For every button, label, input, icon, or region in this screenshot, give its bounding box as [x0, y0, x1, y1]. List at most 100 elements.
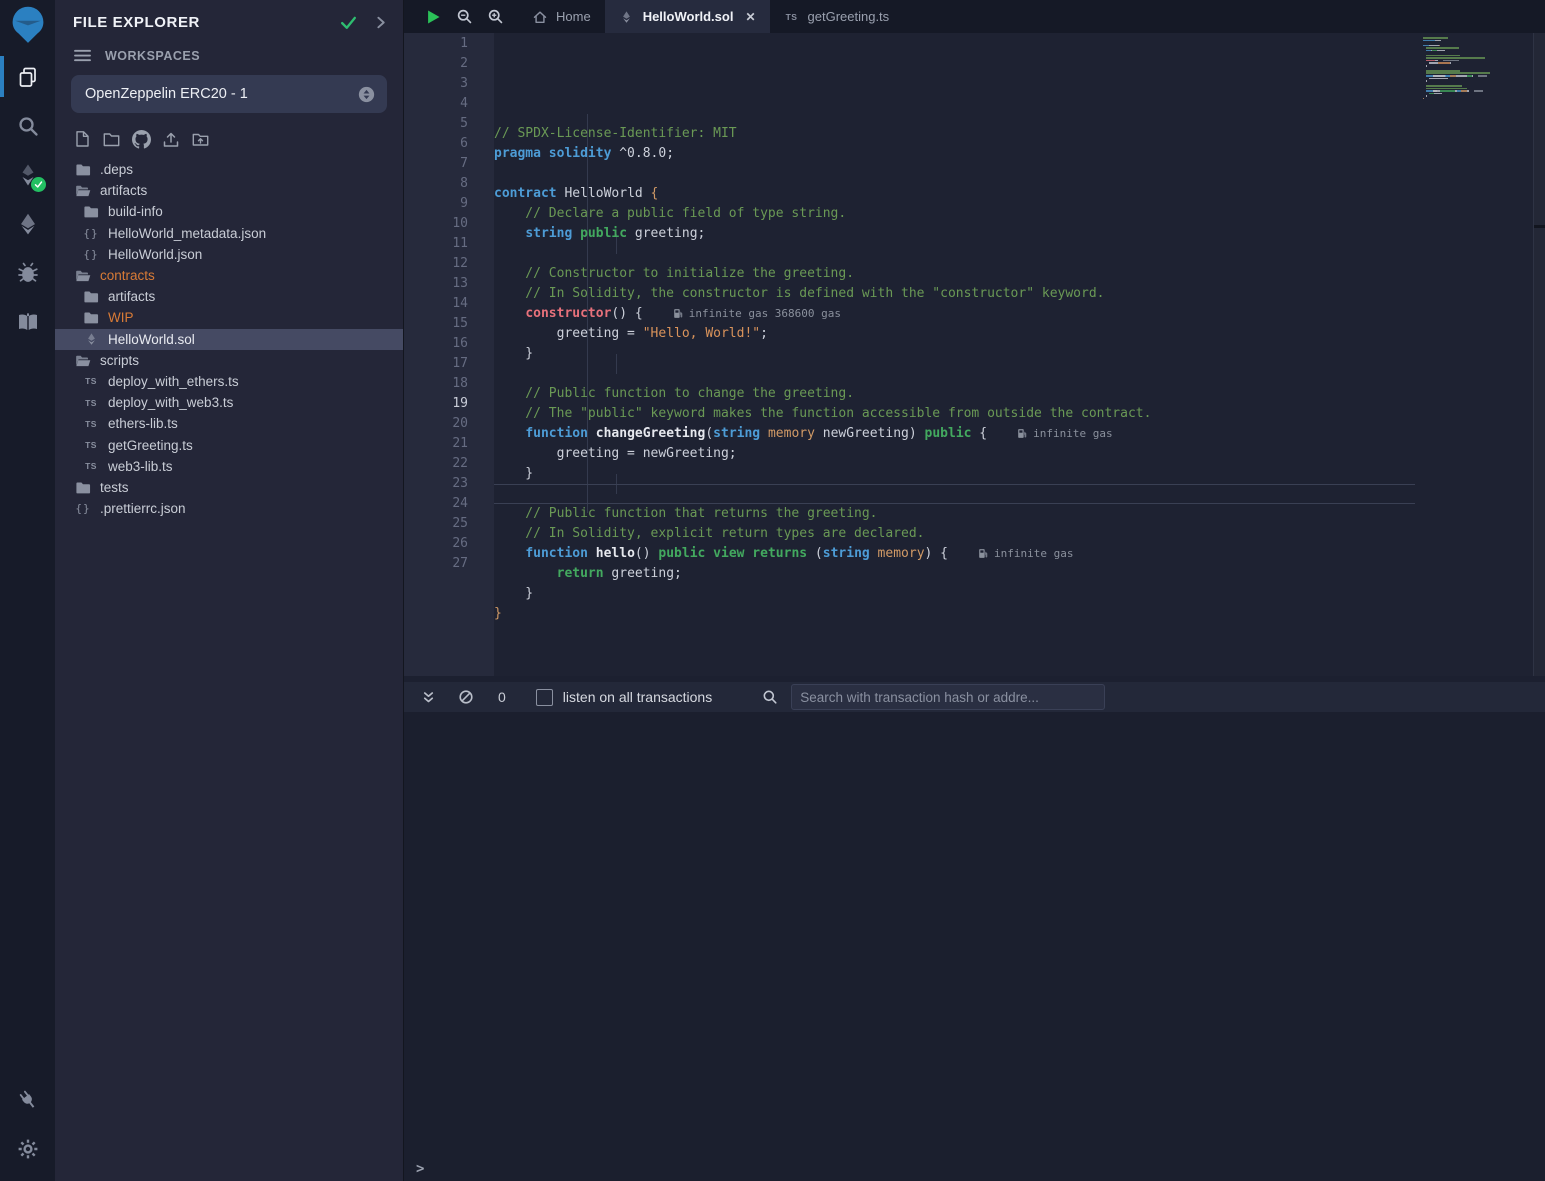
create-folder-icon[interactable] — [102, 130, 121, 149]
code-line[interactable]: // Public function that returns the gree… — [494, 504, 1415, 524]
create-file-icon[interactable] — [73, 130, 91, 149]
line-number[interactable]: 2 — [404, 54, 494, 74]
code-line[interactable]: // In Solidity, the constructor is defin… — [494, 284, 1415, 304]
zoom-in-icon[interactable] — [487, 8, 504, 25]
code-line[interactable]: greeting = newGreeting; — [494, 444, 1415, 464]
tree-item-helloworld-sol[interactable]: HelloWorld.sol — [55, 329, 403, 350]
run-script-button[interactable] — [424, 8, 442, 26]
line-number[interactable]: 18 — [404, 374, 494, 394]
tree-item-helloworld-json[interactable]: {}HelloWorld.json — [55, 244, 403, 265]
tree-item-getgreeting-ts[interactable]: TSgetGreeting.ts — [55, 434, 403, 455]
plugin-docs-button[interactable] — [0, 297, 55, 346]
code-line[interactable]: function changeGreeting(string memory ne… — [494, 424, 1415, 444]
code-line[interactable]: return greeting; — [494, 564, 1415, 584]
line-number[interactable]: 15 — [404, 314, 494, 334]
line-number[interactable]: 24 — [404, 494, 494, 514]
solidity-compiler-button[interactable] — [0, 150, 55, 199]
settings-button[interactable] — [0, 1124, 55, 1173]
tree-item-helloworld-metadata-json[interactable]: {}HelloWorld_metadata.json — [55, 223, 403, 244]
tree-item-artifacts[interactable]: artifacts — [55, 286, 403, 307]
line-number[interactable]: 20 — [404, 414, 494, 434]
code-content[interactable]: // SPDX-License-Identifier: MITpragma so… — [494, 33, 1415, 676]
line-number[interactable]: 22 — [404, 454, 494, 474]
code-line[interactable]: constructor() {infinite gas 368600 gas — [494, 304, 1415, 324]
code-line[interactable]: // In Solidity, explicit return types ar… — [494, 524, 1415, 544]
code-line[interactable] — [494, 164, 1415, 184]
line-number[interactable]: 9 — [404, 194, 494, 214]
line-number[interactable]: 17 — [404, 354, 494, 374]
code-line[interactable]: // Declare a public field of type string… — [494, 204, 1415, 224]
clear-terminal-icon[interactable] — [458, 689, 474, 705]
line-number[interactable]: 21 — [404, 434, 494, 454]
code-line[interactable]: // The "public" keyword makes the functi… — [494, 404, 1415, 424]
chevron-right-icon[interactable] — [372, 14, 389, 31]
collapse-terminal-icon[interactable] — [421, 690, 436, 705]
line-number[interactable]: 8 — [404, 174, 494, 194]
line-number[interactable]: 16 — [404, 334, 494, 354]
line-number[interactable]: 4 — [404, 94, 494, 114]
code-line[interactable] — [494, 644, 1415, 664]
upload-file-icon[interactable] — [162, 130, 180, 149]
upload-folder-icon[interactable] — [191, 130, 210, 149]
close-icon[interactable]: ✕ — [745, 10, 755, 24]
editor-scrollbar[interactable] — [1533, 33, 1545, 676]
tab-helloworld-sol[interactable]: HelloWorld.sol✕ — [605, 0, 770, 33]
tab-getgreeting-ts[interactable]: TSgetGreeting.ts — [770, 0, 904, 33]
workspace-select[interactable]: OpenZeppelin ERC20 - 1 — [71, 75, 387, 113]
code-line[interactable]: } — [494, 604, 1415, 624]
tree-item-deploy-with-web3-ts[interactable]: TSdeploy_with_web3.ts — [55, 392, 403, 413]
code-line[interactable]: greeting = "Hello, World!"; — [494, 324, 1415, 344]
tab-home[interactable]: Home — [518, 0, 605, 33]
line-number[interactable]: 27 — [404, 554, 494, 574]
code-line[interactable]: } — [494, 344, 1415, 364]
workspaces-menu-icon[interactable] — [73, 48, 92, 63]
tree-item-deploy-with-ethers-ts[interactable]: TSdeploy_with_ethers.ts — [55, 371, 403, 392]
tree-item-scripts[interactable]: scripts — [55, 350, 403, 371]
minimap[interactable] — [1415, 37, 1533, 105]
line-number[interactable]: 14 — [404, 294, 494, 314]
tree-item-ethers-lib-ts[interactable]: TSethers-lib.ts — [55, 413, 403, 434]
line-number[interactable]: 23 — [404, 474, 494, 494]
terminal-output[interactable]: > — [404, 712, 1545, 1181]
line-number[interactable]: 1 — [404, 34, 494, 54]
line-number[interactable]: 5 — [404, 114, 494, 134]
line-number[interactable]: 12 — [404, 254, 494, 274]
code-line[interactable]: function hello() public view returns (st… — [494, 544, 1415, 564]
line-number[interactable]: 10 — [404, 214, 494, 234]
code-editor[interactable]: 1234567891011121314151617181920212223242… — [404, 33, 1545, 676]
code-line[interactable]: // Constructor to initialize the greetin… — [494, 264, 1415, 284]
code-line[interactable] — [494, 244, 1415, 264]
file-explorer-button[interactable] — [0, 52, 55, 101]
code-line[interactable]: string public greeting; — [494, 224, 1415, 244]
tree-item--prettierrc-json[interactable]: {}.prettierrc.json — [55, 498, 403, 519]
plugin-manager-button[interactable] — [0, 1075, 55, 1124]
code-line[interactable]: contract HelloWorld { — [494, 184, 1415, 204]
line-number[interactable]: 13 — [404, 274, 494, 294]
line-number[interactable]: 7 — [404, 154, 494, 174]
line-number[interactable]: 26 — [404, 534, 494, 554]
clone-github-icon[interactable] — [132, 130, 151, 149]
listen-transactions-checkbox[interactable] — [536, 689, 553, 706]
search-button[interactable] — [0, 101, 55, 150]
line-number[interactable]: 3 — [404, 74, 494, 94]
tree-item-web3-lib-ts[interactable]: TSweb3-lib.ts — [55, 456, 403, 477]
code-line[interactable] — [494, 624, 1415, 644]
tree-item-tests[interactable]: tests — [55, 477, 403, 498]
code-line[interactable]: // Public function to change the greetin… — [494, 384, 1415, 404]
tree-item-contracts[interactable]: contracts — [55, 265, 403, 286]
line-number[interactable]: 6 — [404, 134, 494, 154]
code-line[interactable]: // SPDX-License-Identifier: MIT — [494, 124, 1415, 144]
line-number[interactable]: 25 — [404, 514, 494, 534]
line-number[interactable]: 19 — [404, 394, 494, 414]
code-line[interactable] — [494, 484, 1415, 504]
remix-logo-icon[interactable] — [0, 0, 55, 52]
code-line[interactable]: pragma solidity ^0.8.0; — [494, 144, 1415, 164]
code-line[interactable] — [494, 364, 1415, 384]
transaction-search-input[interactable] — [791, 684, 1105, 710]
line-number-gutter[interactable]: 1234567891011121314151617181920212223242… — [404, 33, 494, 676]
tree-item-wip[interactable]: WIP — [55, 307, 403, 328]
debugger-button[interactable] — [0, 248, 55, 297]
tree-item--deps[interactable]: .deps — [55, 159, 403, 180]
deploy-run-button[interactable] — [0, 199, 55, 248]
tree-item-build-info[interactable]: build-info — [55, 201, 403, 222]
